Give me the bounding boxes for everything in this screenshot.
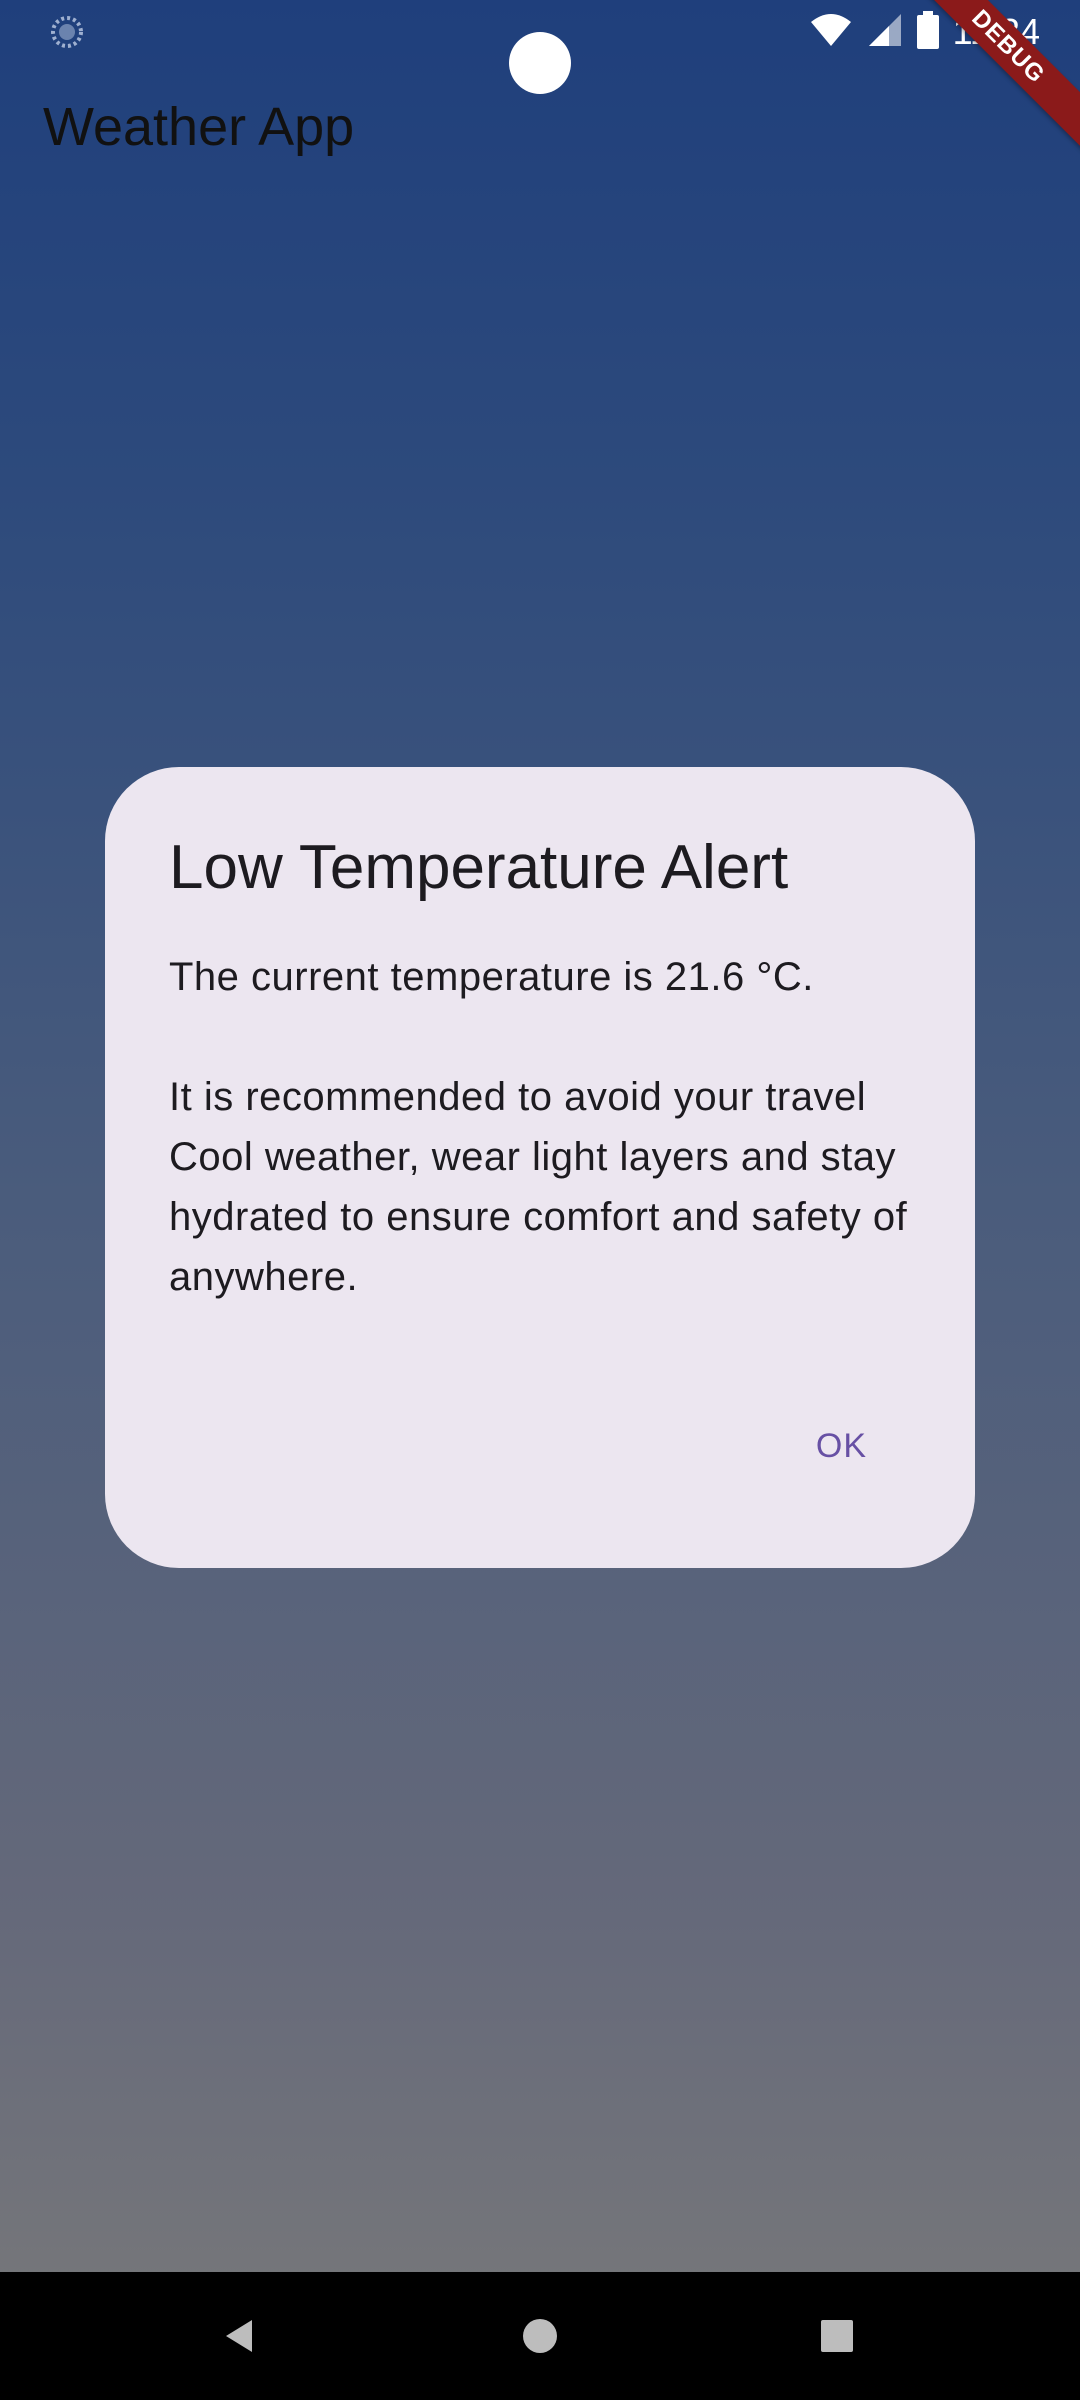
- loading-spinner-icon: [50, 15, 84, 49]
- signal-icon: [867, 12, 903, 53]
- navigation-bar: [0, 2272, 1080, 2400]
- battery-icon: [916, 10, 939, 54]
- recents-icon: [821, 2320, 853, 2352]
- ok-button[interactable]: OK: [816, 1427, 867, 1466]
- alert-dialog: Low Temperature Alert The current temper…: [105, 767, 975, 1568]
- dialog-message-temperature: The current temperature is 21.6 °C.: [169, 955, 814, 1000]
- wifi-icon: [809, 12, 853, 53]
- dialog-message-recommendation: It is recommended to avoid your travel C…: [169, 1075, 908, 1300]
- home-icon: [523, 2319, 557, 2353]
- app-title: Weather App: [43, 97, 355, 157]
- dialog-title: Low Temperature Alert: [169, 833, 789, 902]
- back-icon: [226, 2320, 252, 2352]
- dialog-message: The current temperature is 21.6 °C. It i…: [169, 947, 911, 1307]
- screen: 11:34 DEBUG Weather App Low Temperature …: [0, 0, 1080, 2400]
- home-button[interactable]: [480, 2272, 600, 2400]
- back-button[interactable]: [180, 2272, 300, 2400]
- recents-button[interactable]: [777, 2272, 897, 2400]
- camera-cutout: [509, 32, 571, 94]
